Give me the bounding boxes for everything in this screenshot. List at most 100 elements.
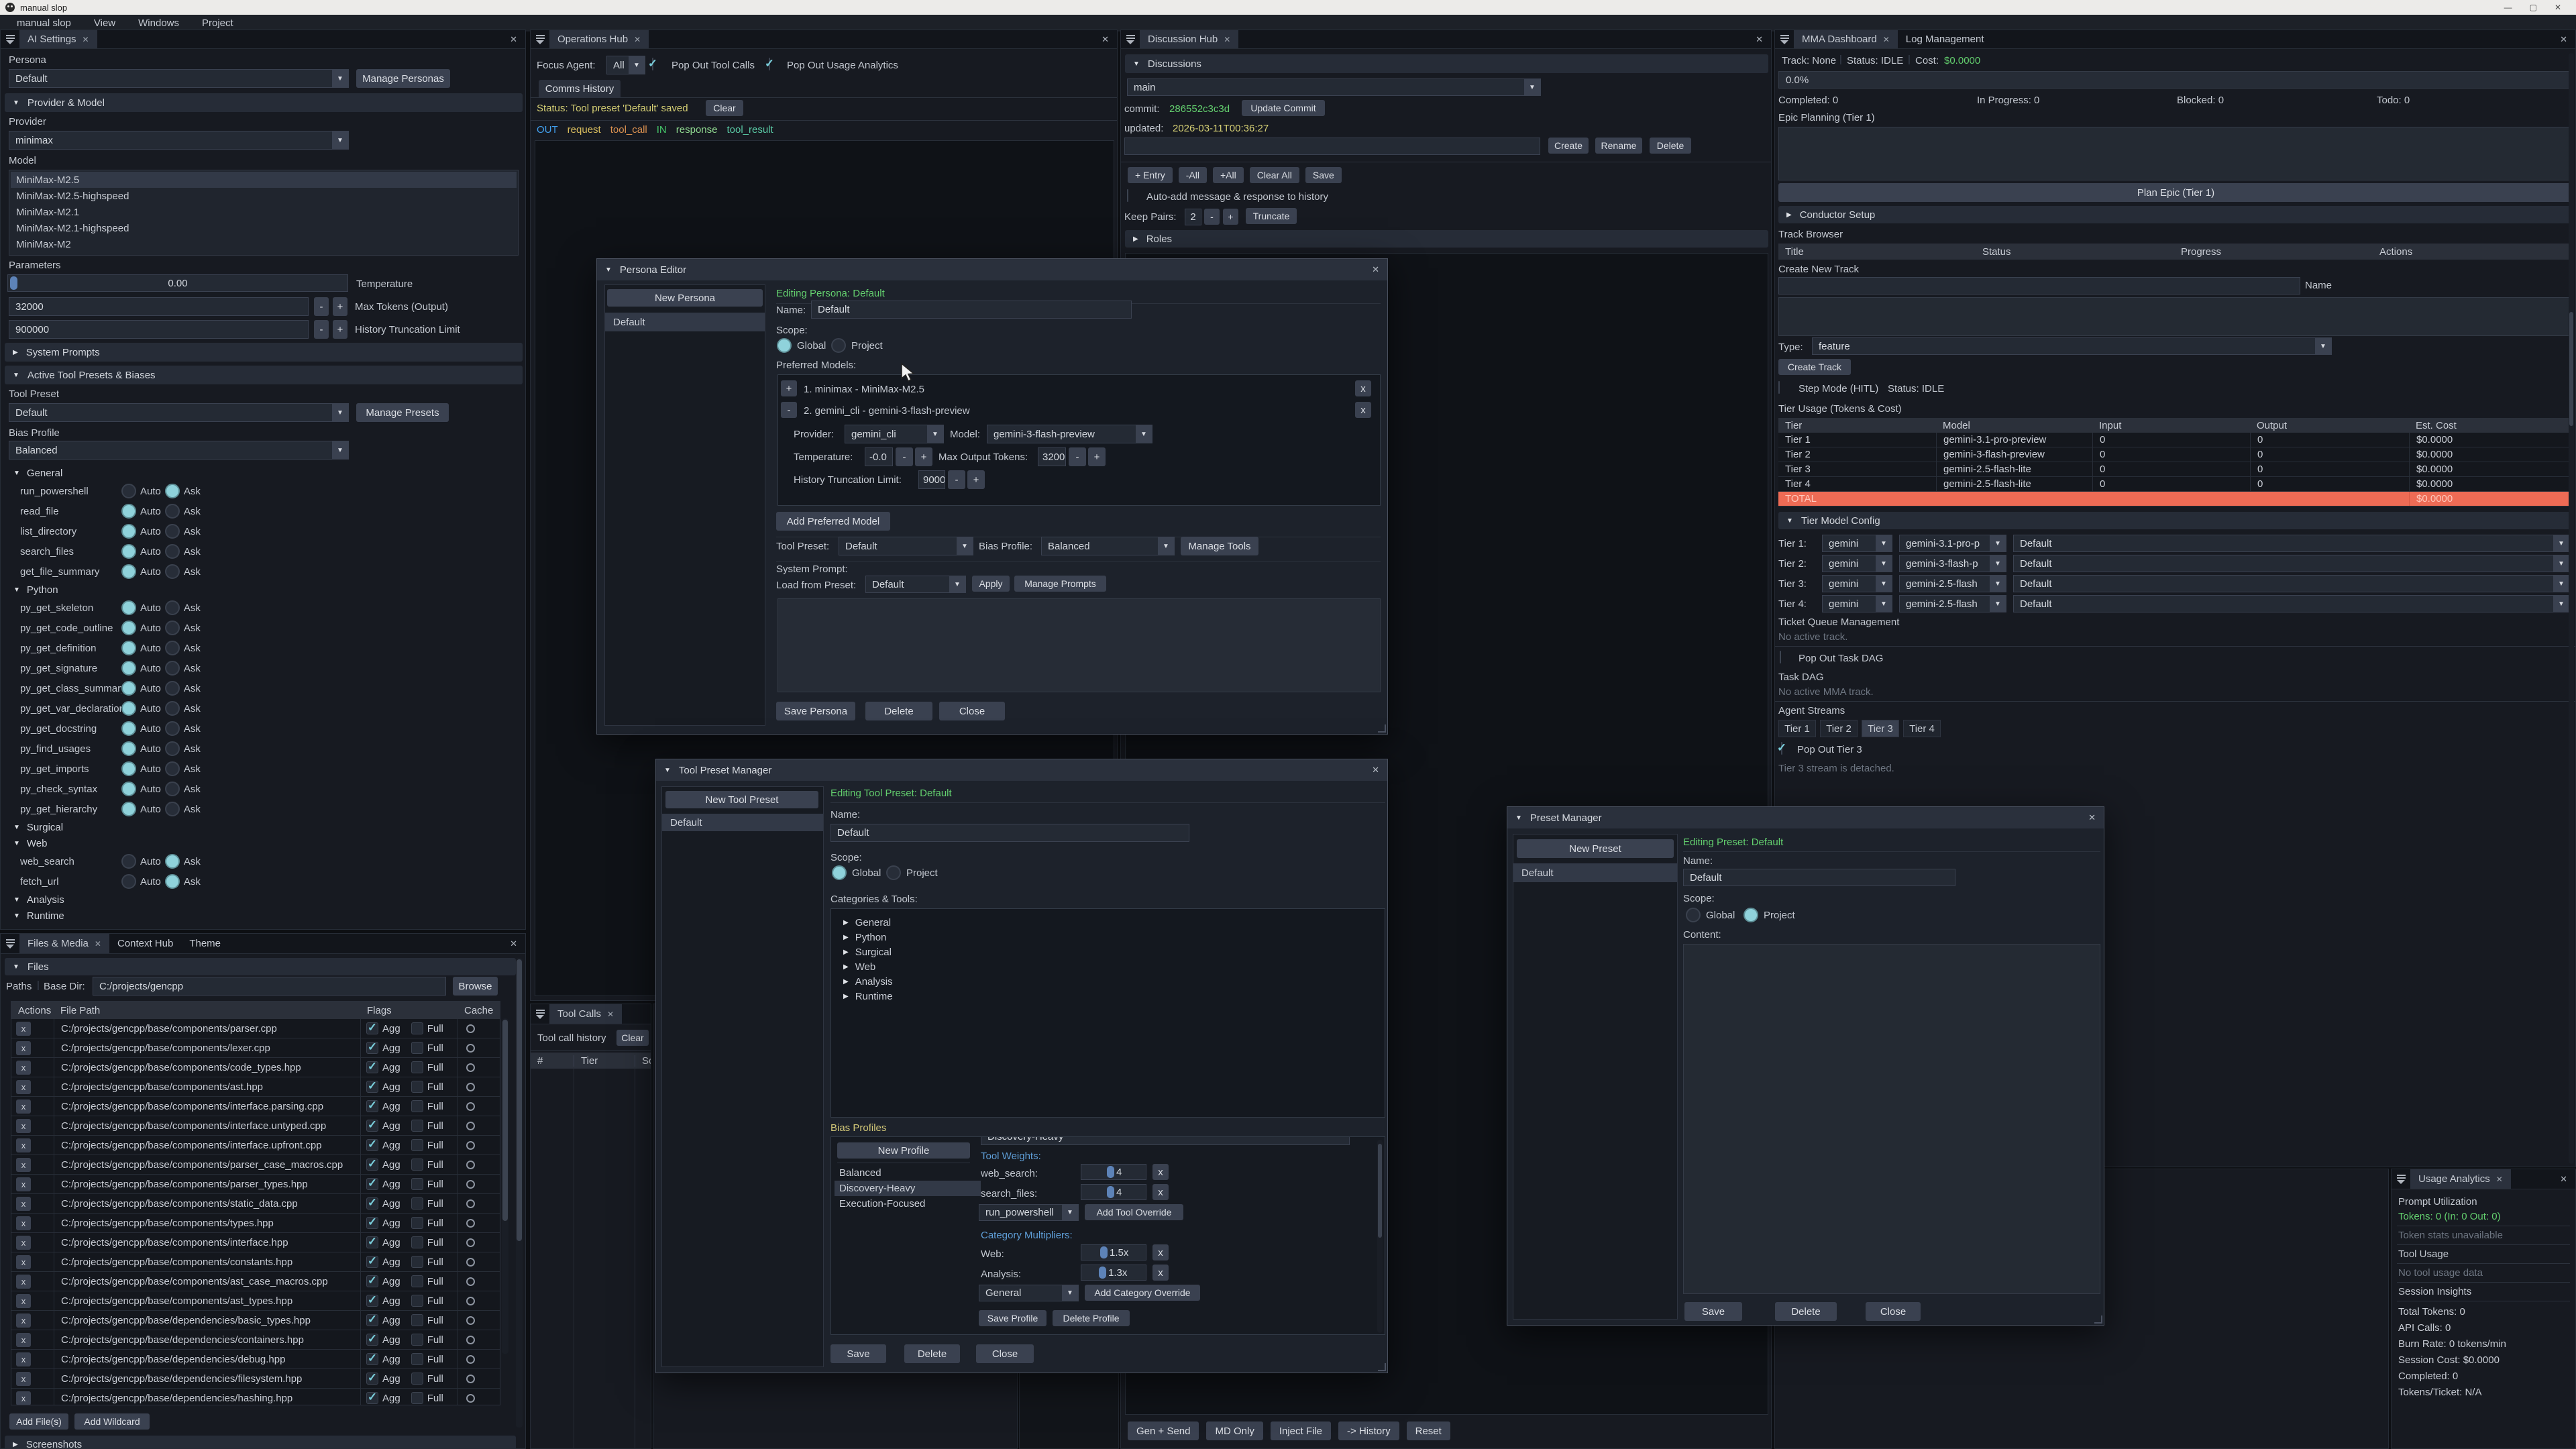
pm-close-button[interactable]: Close xyxy=(1866,1302,1921,1321)
tier-model-select[interactable]: gemini-3-flash-p ▼ xyxy=(1899,555,2006,572)
remove-file-button[interactable]: x xyxy=(16,1138,31,1152)
add-files-button[interactable]: Add File(s) xyxy=(9,1413,68,1430)
agg-checkbox[interactable] xyxy=(366,1275,378,1287)
caret-down-icon[interactable]: ▼ xyxy=(605,266,612,274)
tool-group-header[interactable]: ▼General xyxy=(1,465,521,481)
tpm-name-input[interactable]: Default xyxy=(830,824,1189,842)
ask-radio[interactable] xyxy=(165,761,180,776)
menu-item[interactable]: manual slop xyxy=(17,17,71,29)
pm-hist-input[interactable]: 900000 xyxy=(918,470,945,489)
auto-radio[interactable] xyxy=(121,681,136,696)
ask-radio[interactable] xyxy=(165,681,180,696)
caret-down-icon[interactable]: ▼ xyxy=(13,99,19,107)
ask-radio[interactable] xyxy=(165,802,180,816)
agg-checkbox[interactable] xyxy=(366,1236,378,1248)
full-checkbox[interactable] xyxy=(411,1353,423,1365)
plan-epic-button[interactable]: Plan Epic (Tier 1) xyxy=(1778,183,2573,202)
full-checkbox[interactable] xyxy=(411,1042,423,1054)
tier-usage-row[interactable]: Tier 3 gemini-2.5-flash-lite 0 0 $0.0000 xyxy=(1778,462,2573,477)
tier-preset-select[interactable]: Default ▼ xyxy=(2013,535,2570,552)
ask-radio[interactable] xyxy=(165,701,180,716)
max-tokens-input[interactable]: 32000 xyxy=(9,297,309,316)
composer-button[interactable]: MD Only xyxy=(1206,1421,1263,1440)
remove-mult-button[interactable]: x xyxy=(1152,1265,1169,1281)
composer-button[interactable]: -> History xyxy=(1338,1421,1399,1440)
tpm-close-button[interactable]: Close xyxy=(976,1344,1034,1363)
ask-radio[interactable] xyxy=(165,854,180,869)
popout-task-dag-checkbox[interactable] xyxy=(1780,651,1781,663)
tab-files-media[interactable]: Files & Media ✕ xyxy=(19,934,109,953)
create-discussion-button[interactable]: Create xyxy=(1548,138,1589,154)
remove-file-button[interactable]: x xyxy=(16,1061,31,1075)
full-checkbox[interactable] xyxy=(411,1061,423,1073)
ask-radio[interactable] xyxy=(165,721,180,736)
caret-right-icon[interactable]: ▶ xyxy=(843,978,849,985)
caret-down-icon[interactable]: ▼ xyxy=(13,372,19,379)
add-category-override-button[interactable]: Add Category Override xyxy=(1085,1285,1200,1301)
composer-button[interactable]: Gen + Send xyxy=(1128,1421,1199,1440)
panel-close-icon[interactable]: ✕ xyxy=(2552,1174,2575,1185)
manage-presets-button[interactable]: Manage Presets xyxy=(356,403,449,422)
tab-close-icon[interactable]: ✕ xyxy=(95,939,101,949)
pm-maxout-decrement[interactable]: - xyxy=(1069,447,1086,466)
remove-file-button[interactable]: x xyxy=(16,1255,31,1269)
model-list-item[interactable]: MiniMax-M2.5 xyxy=(11,172,517,188)
tab-close-icon[interactable]: ✕ xyxy=(1883,35,1890,44)
full-checkbox[interactable] xyxy=(411,1256,423,1268)
remove-file-button[interactable]: x xyxy=(16,1216,31,1230)
dock-options-icon[interactable] xyxy=(531,30,549,48)
file-row[interactable]: x C:/projects/gencpp/base/dependencies/b… xyxy=(11,1311,500,1330)
entry-button[interactable]: Clear All xyxy=(1250,167,1299,183)
persona-name-input[interactable]: Default xyxy=(811,301,1132,319)
category-row[interactable]: ▶ Python xyxy=(843,932,1385,943)
auto-radio[interactable] xyxy=(121,484,136,498)
full-checkbox[interactable] xyxy=(411,1334,423,1346)
tool-group-header[interactable]: ▼Runtime xyxy=(1,908,521,924)
model-list-item[interactable]: MiniMax-M2.5-highspeed xyxy=(11,188,517,204)
file-row[interactable]: x C:/projects/gencpp/base/components/lex… xyxy=(11,1038,500,1058)
tool-group-header[interactable]: ▼Python xyxy=(1,582,521,598)
add-preferred-model-button[interactable]: Add Preferred Model xyxy=(776,512,890,531)
temperature-slider[interactable]: 0.00 xyxy=(7,274,348,292)
remove-model-2-button[interactable]: x xyxy=(1355,402,1371,418)
tier-preset-select[interactable]: Default ▼ xyxy=(2013,555,2570,572)
weight-slider[interactable]: 4 xyxy=(1081,1184,1146,1200)
history-limit-decrement[interactable]: - xyxy=(314,320,329,339)
tpm-save-button[interactable]: Save xyxy=(830,1344,886,1363)
entry-button[interactable]: +All xyxy=(1213,167,1244,183)
auto-radio[interactable] xyxy=(121,661,136,676)
tier-usage-row[interactable]: Tier 1 gemini-3.1-pro-preview 0 0 $0.000… xyxy=(1778,433,2573,447)
system-prompt-textarea[interactable] xyxy=(777,598,1381,692)
tpm-delete-button[interactable]: Delete xyxy=(904,1344,960,1363)
auto-radio[interactable] xyxy=(121,641,136,655)
max-tokens-increment[interactable]: + xyxy=(333,297,347,316)
tier-stream-tab[interactable]: Tier 2 xyxy=(1820,720,1858,737)
pe-tool-preset-select[interactable]: Default ▼ xyxy=(839,537,973,555)
agg-checkbox[interactable] xyxy=(366,1256,378,1268)
full-checkbox[interactable] xyxy=(411,1295,423,1307)
bias-profile-item[interactable]: Execution-Focused xyxy=(835,1196,981,1212)
pm-provider-select[interactable]: gemini_cli ▼ xyxy=(845,425,944,443)
tab-ai-settings[interactable]: AI Settings ✕ xyxy=(19,30,97,48)
agg-checkbox[interactable] xyxy=(366,1353,378,1365)
caret-right-icon[interactable]: ▶ xyxy=(13,349,18,356)
history-limit-increment[interactable]: + xyxy=(333,320,347,339)
window-maximize-icon[interactable]: ▢ xyxy=(2530,3,2537,12)
profile-name-input[interactable]: Discovery-Heavy xyxy=(981,1136,1350,1145)
save-persona-button[interactable]: Save Persona xyxy=(776,702,855,720)
composer-button[interactable]: Inject File xyxy=(1271,1421,1331,1440)
agg-checkbox[interactable] xyxy=(366,1334,378,1346)
files-section-header[interactable]: ▼ Files xyxy=(5,958,516,975)
caret-right-icon[interactable]: ▶ xyxy=(13,1441,18,1448)
tab-close-icon[interactable]: ✕ xyxy=(607,1010,614,1019)
caret-right-icon[interactable]: ▶ xyxy=(843,963,849,971)
remove-file-button[interactable]: x xyxy=(16,1080,31,1094)
keep-pairs-decrement[interactable]: - xyxy=(1204,209,1220,225)
bias-box-scrollbar[interactable] xyxy=(1377,1140,1383,1333)
caret-down-icon[interactable]: ▼ xyxy=(13,470,20,477)
track-description-textarea[interactable] xyxy=(1778,297,2570,336)
caret-right-icon[interactable]: ▶ xyxy=(843,949,849,956)
caret-down-icon[interactable]: ▼ xyxy=(1786,517,1793,525)
agg-checkbox[interactable] xyxy=(366,1314,378,1326)
remove-file-button[interactable]: x xyxy=(16,1197,31,1211)
